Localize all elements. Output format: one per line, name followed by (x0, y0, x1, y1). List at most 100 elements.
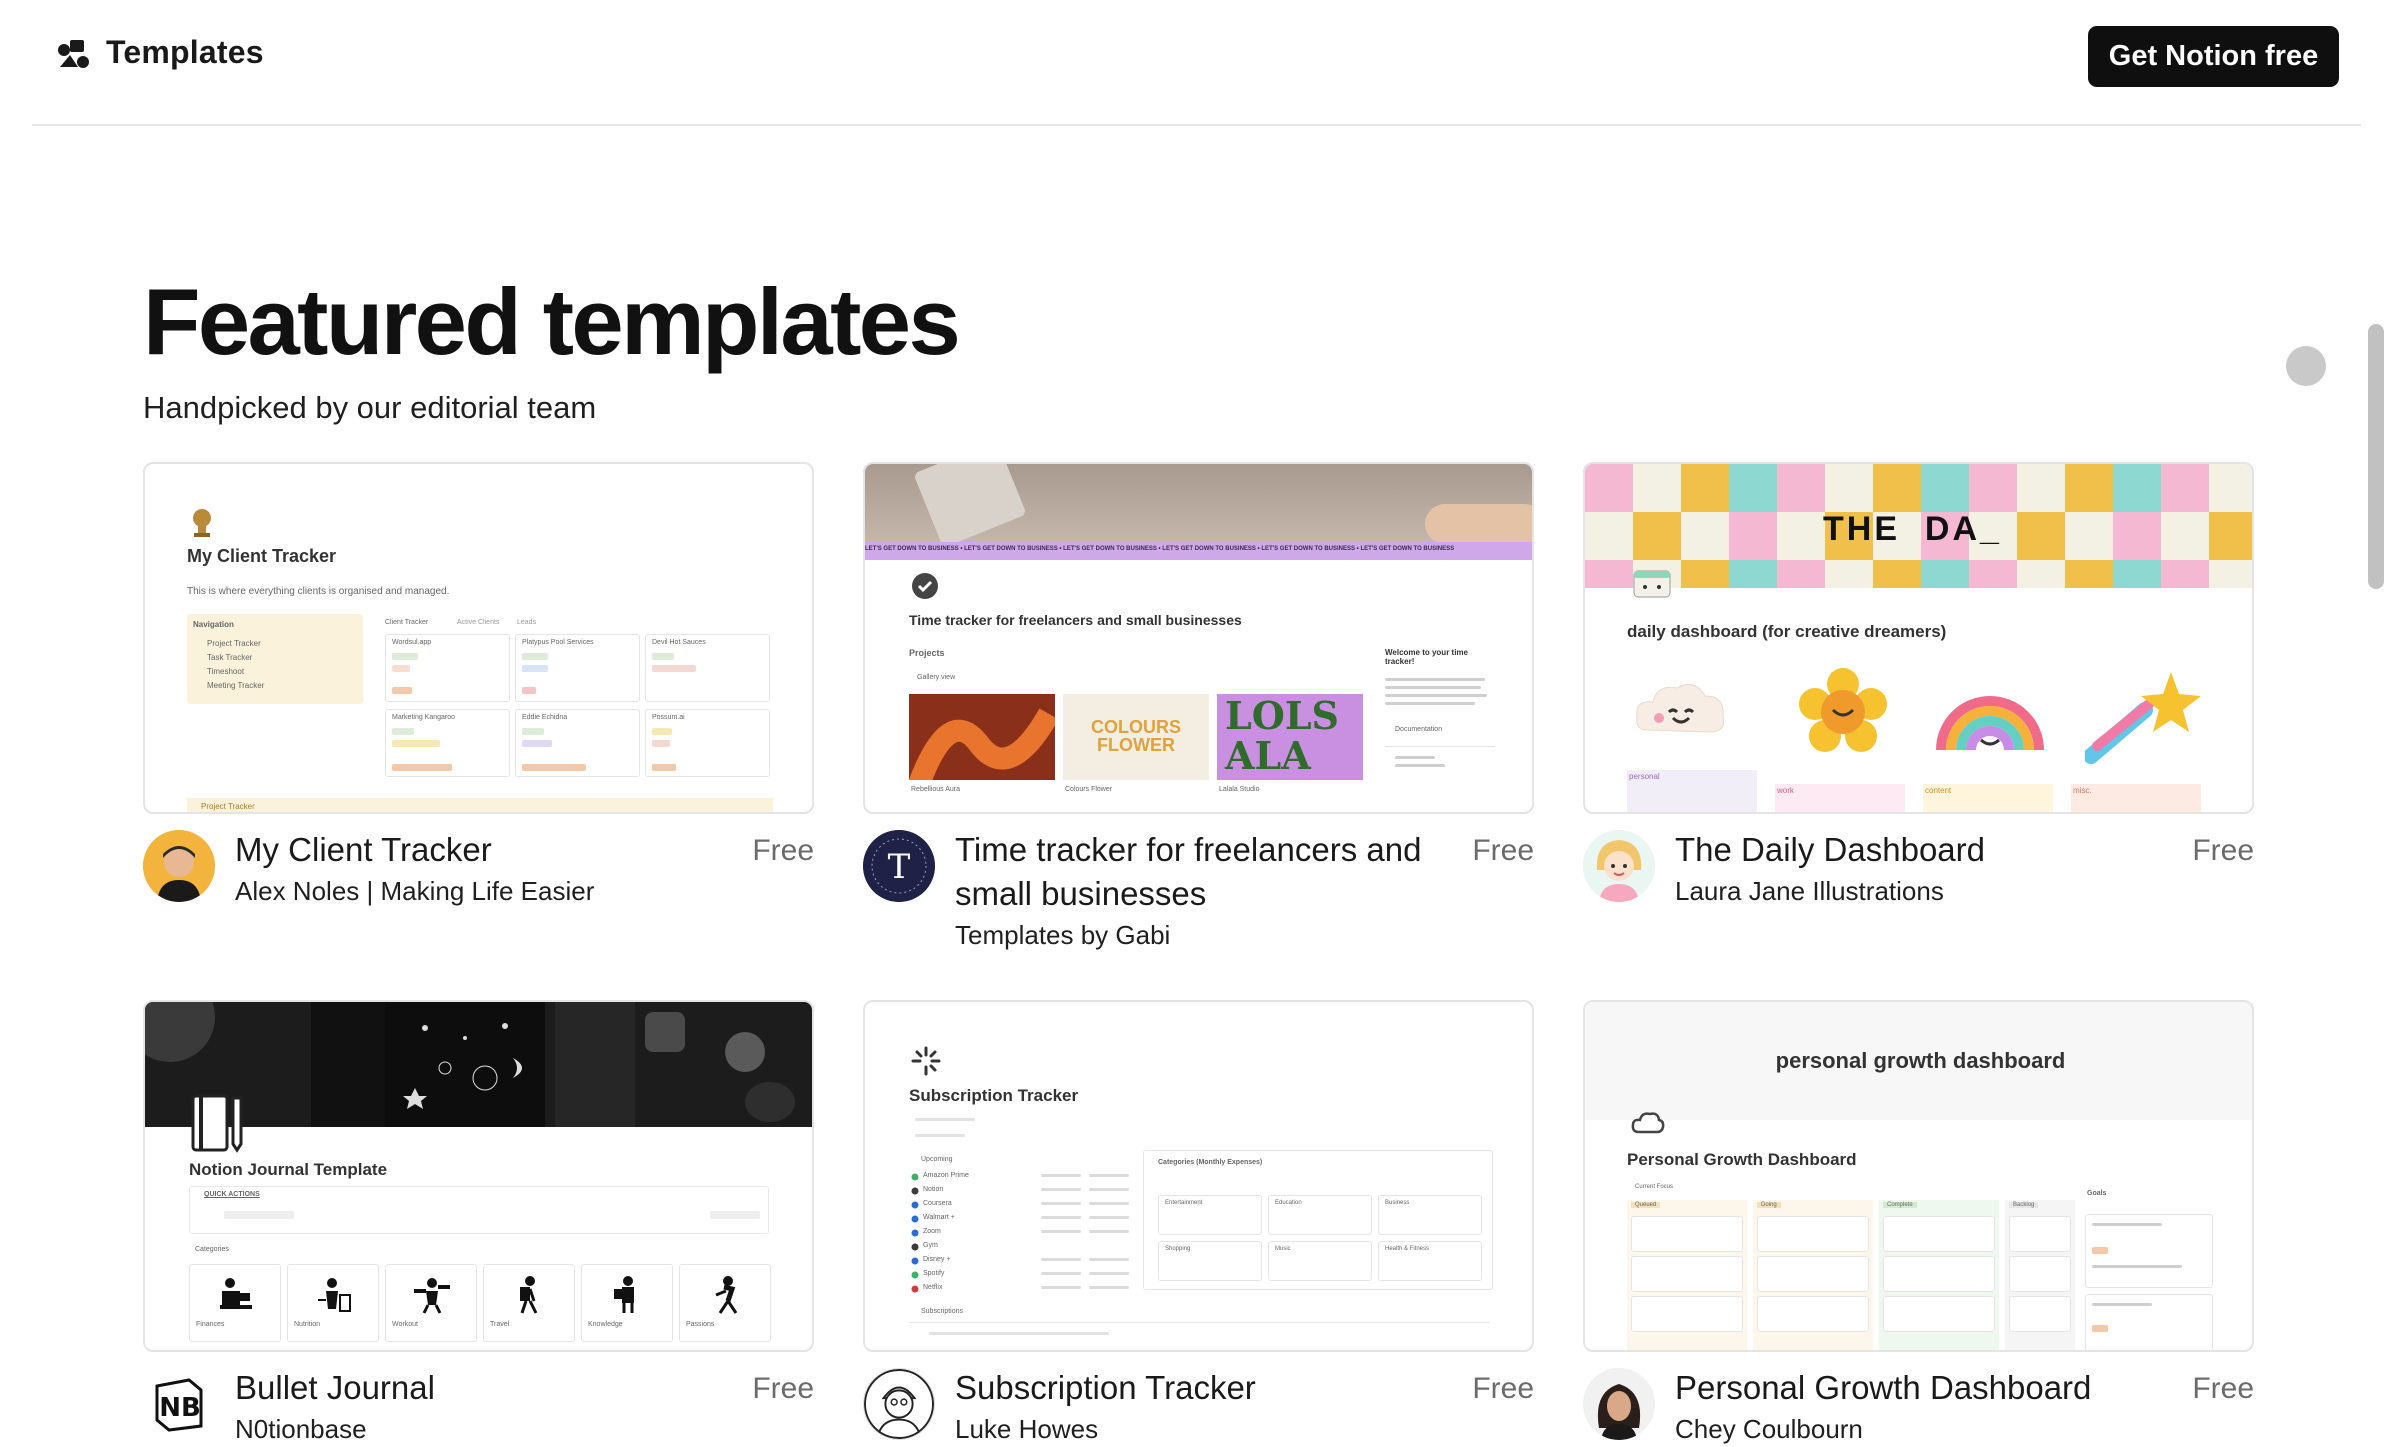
preview-client-card: Platypus Pool Services (515, 634, 640, 702)
templates-home-link[interactable]: Templates (56, 34, 264, 71)
preview-footer-label: Project Tracker (201, 802, 255, 811)
preview-focus-label: Current Focus (1635, 1184, 1674, 1190)
preview-nav-item: Timeshoot (207, 667, 245, 676)
template-author[interactable]: Templates by Gabi (955, 920, 1170, 951)
preview-quick-actions: QUICK ACTIONS (189, 1186, 769, 1234)
n0tionbase-logo-icon: NB (155, 1378, 203, 1432)
template-price: Free (752, 1372, 814, 1405)
preview-tile-text: COLOURS FLOWER (1091, 717, 1181, 755)
template-meta: NB Bullet Journal N0tionbase Free (143, 1366, 814, 1447)
template-card[interactable]: personal growth dashboard Personal Growt… (1583, 1000, 2254, 1447)
scrollbar-thumb[interactable] (2368, 324, 2384, 589)
template-thumbnail[interactable]: THE DA_ daily dashboard (for creative dr… (1583, 462, 2254, 814)
cloud-outline-icon (1631, 1112, 1665, 1134)
shooting-star-icon (2085, 672, 2201, 764)
journal-book-icon (191, 1094, 243, 1153)
brand-label: Templates (106, 34, 264, 70)
preview-client-name: Marketing Kangaroo (392, 714, 456, 721)
preview-tag: content (1925, 786, 1952, 795)
preview-view-label: Gallery view (917, 674, 956, 681)
svg-text:T: T (888, 847, 911, 887)
template-card[interactable]: Notion Journal Template QUICK ACTIONS Ca… (143, 1000, 814, 1447)
template-name[interactable]: Subscription Tracker (955, 1366, 1445, 1410)
preview-tag-block: misc. (2071, 784, 2201, 812)
preview-category: Health & Fitness (1385, 1246, 1430, 1252)
template-price: Free (1472, 834, 1534, 867)
template-name[interactable]: Time tracker for freelancers and small b… (955, 828, 1445, 916)
preview-title: Time tracker for freelancers and small b… (909, 612, 1242, 628)
preview-category-name: Workout (392, 1321, 418, 1328)
preview-category-card: Passions (679, 1264, 771, 1342)
page-title: Featured templates (143, 269, 961, 374)
template-author[interactable]: Alex Noles | Making Life Easier (235, 876, 594, 907)
preview-category-name: Passions (686, 1321, 715, 1328)
nutrition-figure-icon (318, 1278, 351, 1312)
preview-banner-text: personal growth dashboard (1775, 1048, 2066, 1073)
template-name[interactable]: My Client Tracker (235, 828, 725, 872)
preview-section: Projects (909, 648, 945, 658)
sketch-portrait-icon (864, 1369, 934, 1439)
template-thumbnail[interactable]: Subscription Tracker Upcoming Amazon Pri… (863, 1000, 1534, 1352)
template-name[interactable]: Personal Growth Dashboard (1675, 1366, 2165, 1410)
template-meta: Personal Growth Dashboard Chey Coulbourn… (1583, 1366, 2254, 1447)
preview-tile-text: LOLS ALA (1225, 694, 1339, 778)
preview-nav-item: Project Tracker (207, 639, 261, 648)
notion-shapes-icon (58, 39, 89, 68)
preview-upcoming-label: Upcoming (921, 1156, 953, 1163)
knowledge-figure-icon (614, 1276, 634, 1313)
template-card[interactable]: THE DA_ daily dashboard (for creative dr… (1583, 462, 2254, 968)
author-avatar[interactable] (863, 1368, 935, 1440)
preview-service: Disney + (923, 1256, 951, 1263)
preview-nav-panel: Navigation Project Tracker Task Tracker … (187, 614, 363, 704)
author-avatar[interactable]: T (863, 830, 935, 902)
template-author[interactable]: Chey Coulbourn (1675, 1414, 1863, 1445)
preview-category-name: Knowledge (588, 1321, 623, 1328)
template-thumbnail[interactable]: personal growth dashboard Personal Growt… (1583, 1000, 2254, 1352)
preview-nav-item: Task Tracker (207, 653, 253, 662)
preview-categories-title: Categories (Monthly Expenses) (1158, 1159, 1263, 1166)
template-meta: T Time tracker for freelancers and small… (863, 828, 1534, 968)
template-card[interactable]: My Client Tracker This is where everythi… (143, 462, 814, 968)
flower-face-icon (1799, 668, 1887, 752)
template-card[interactable]: LET'S GET DOWN TO BUSINESS • LET'S GET D… (863, 462, 1534, 968)
preview-tab: Leads (517, 619, 537, 626)
preview-category: Shopping (1165, 1246, 1191, 1252)
preview-client-name: Possum.ai (652, 714, 685, 721)
preview-service: Amazon Prime (923, 1172, 969, 1179)
check-circle-icon (912, 573, 938, 599)
preview-doc-link: Documentation (1395, 726, 1443, 733)
preview-category-card: Finances (189, 1264, 281, 1342)
get-notion-free-button[interactable]: Get Notion free (2088, 26, 2339, 87)
author-avatar[interactable]: NB (143, 1368, 215, 1440)
preview-tag-block: content (1923, 784, 2053, 812)
preview-tab: Active Clients (457, 619, 500, 626)
portrait-avatar-icon (1583, 1368, 1655, 1440)
author-avatar[interactable] (143, 830, 215, 902)
preview-project-name: Colours Flower (1065, 786, 1113, 793)
template-card[interactable]: Subscription Tracker Upcoming Amazon Pri… (863, 1000, 1534, 1447)
preview-nav-item: Meeting Tracker (207, 681, 265, 690)
svg-text:NB: NB (159, 1393, 201, 1423)
template-author[interactable]: N0tionbase (235, 1414, 367, 1445)
calendar-sticker-icon (1633, 570, 1671, 598)
preview-client-name: Eddie Echidna (522, 714, 568, 721)
template-thumbnail[interactable]: Notion Journal Template QUICK ACTIONS Ca… (143, 1000, 814, 1352)
preview-client-name: Wordsul.app (392, 639, 432, 646)
template-price: Free (2192, 1372, 2254, 1405)
template-name[interactable]: The Daily Dashboard (1675, 828, 2165, 872)
illustrated-avatar-icon (1583, 830, 1655, 902)
preview-client-card: Devil Hot Sauces (645, 634, 770, 702)
template-author[interactable]: Luke Howes (955, 1414, 1098, 1445)
preview-title: Notion Journal Template (189, 1160, 388, 1179)
rainbow-face-icon (1936, 696, 2044, 751)
preview-category: Education (1275, 1200, 1302, 1206)
author-avatar[interactable] (1583, 830, 1655, 902)
template-name[interactable]: Bullet Journal (235, 1366, 725, 1410)
template-thumbnail[interactable]: My Client Tracker This is where everythi… (143, 462, 814, 814)
template-thumbnail[interactable]: LET'S GET DOWN TO BUSINESS • LET'S GET D… (863, 462, 1534, 814)
scrollbar-track[interactable] (2356, 126, 2388, 1447)
author-avatar[interactable] (1583, 1368, 1655, 1440)
preview-nav-title: Navigation (193, 620, 234, 629)
preview-categories-panel: Categories (Monthly Expenses) Entertainm… (1143, 1150, 1493, 1290)
template-author[interactable]: Laura Jane Illustrations (1675, 876, 1944, 907)
